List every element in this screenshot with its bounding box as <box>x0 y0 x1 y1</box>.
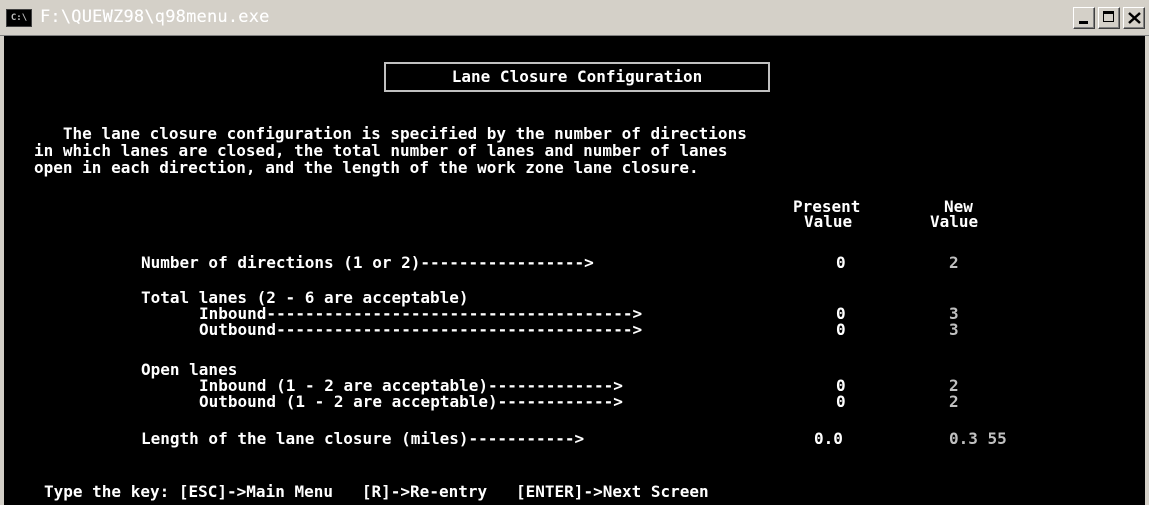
window-title: F:\QUEWZ98\q98menu.exe <box>40 7 270 27</box>
screen-heading: Lane Closure Configuration <box>384 62 770 92</box>
intro-line-2: in which lanes are closed, the total num… <box>34 141 728 160</box>
console-screen[interactable]: Lane Closure Configuration The lane clos… <box>0 36 1149 505</box>
minimize-button[interactable] <box>1073 7 1095 29</box>
close-button[interactable] <box>1123 7 1145 29</box>
open-outbound-label: Outbound (1 - 2 are acceptable)---------… <box>199 392 623 411</box>
intro-line-1: The lane closure configuration is specif… <box>34 124 747 143</box>
length-present: 0.0 <box>814 429 843 448</box>
total-outbound-new[interactable]: 3 <box>949 322 959 338</box>
length-label: Length of the lane closure (miles)------… <box>141 429 585 448</box>
console-app-icon[interactable]: C:\ <box>6 9 32 27</box>
open-outbound-present: 0 <box>836 392 846 411</box>
key-instructions: Type the key: [ESC]->Main Menu [R]->Re-e… <box>44 482 709 501</box>
directions-new[interactable]: 2 <box>949 255 959 271</box>
present-value-header-2: Value <box>804 212 853 231</box>
maximize-button[interactable] <box>1098 7 1120 29</box>
window-titlebar[interactable]: C:\ F:\QUEWZ98\q98menu.exe <box>0 0 1149 36</box>
total-outbound-present: 0 <box>836 320 846 339</box>
total-outbound-label: Outbound--------------------------------… <box>199 320 643 339</box>
directions-label: Number of directions (1 or 2)-----------… <box>141 253 594 272</box>
new-value-header-2: Value <box>930 212 979 231</box>
directions-present: 0 <box>836 253 846 272</box>
close-icon <box>1128 12 1141 24</box>
open-outbound-new[interactable]: 2 <box>949 394 959 410</box>
intro-line-3: open in each direction, and the length o… <box>34 158 699 177</box>
length-new[interactable]: 0.3 55 <box>949 431 1007 447</box>
